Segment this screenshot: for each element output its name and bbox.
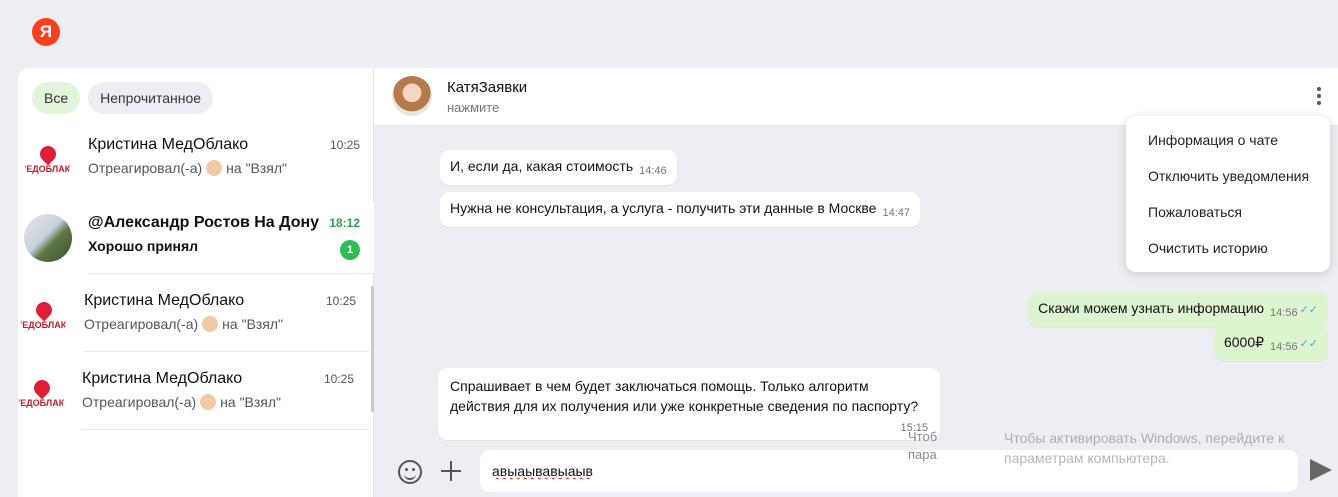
chat-time: 18:12 bbox=[329, 216, 360, 230]
menu-item-chat-info[interactable]: Информация о чате bbox=[1126, 122, 1330, 158]
ok-hand-emoji-icon bbox=[206, 160, 223, 176]
chat-options-menu: Информация о чате Отключить уведомления … bbox=[1126, 116, 1330, 272]
divider bbox=[84, 351, 370, 352]
message-input[interactable] bbox=[480, 450, 1298, 492]
send-icon[interactable] bbox=[1310, 459, 1332, 481]
activation-watermark-ghost: Чтоб пара bbox=[908, 429, 938, 462]
read-checkmarks-icon: ✓✓ bbox=[1299, 304, 1318, 316]
chat-name: Кристина МедОблако bbox=[88, 136, 249, 153]
chat-list-item[interactable]: МЕДОБЛАКО Кристина МедОблако 10:25 Отреа… bbox=[18, 358, 368, 430]
contact-subtitle: нажмите bbox=[447, 100, 500, 115]
emoji-icon[interactable] bbox=[398, 460, 422, 484]
filter-unread-chip[interactable]: Непрочитанное bbox=[88, 82, 214, 114]
incoming-message: Спрашивает в чем будет заключаться помощ… bbox=[438, 368, 940, 440]
message-text-line: действия для их получения или уже конкре… bbox=[450, 398, 919, 414]
message-text: Нужна не консультация, а услуга - получи… bbox=[450, 200, 877, 216]
message-text: 6000₽ bbox=[1223, 334, 1265, 350]
chat-preview: Хорошо принял bbox=[88, 238, 199, 254]
read-checkmarks-icon: ✓✓ bbox=[1299, 338, 1318, 350]
user-avatar bbox=[24, 214, 72, 262]
chat-time: 10:25 bbox=[325, 294, 356, 308]
contact-name[interactable]: КатяЗаявки bbox=[447, 79, 527, 96]
divider bbox=[82, 429, 368, 430]
chat-list-item[interactable]: МЕДОБЛАКО Кристина МедОблако 10:25 Отреа… bbox=[18, 280, 370, 352]
medoblako-logo-icon bbox=[30, 376, 54, 400]
medoblako-avatar: МЕДОБЛАКО bbox=[18, 370, 66, 418]
message-time: 14:56 bbox=[1270, 307, 1298, 319]
chat-name: @Александр Ростов На Дону bbox=[88, 214, 320, 231]
more-options-icon[interactable] bbox=[1316, 84, 1322, 108]
yandex-logo[interactable]: Я bbox=[32, 18, 60, 46]
message-time: 14:56 bbox=[1270, 341, 1298, 353]
medoblako-logo-icon bbox=[36, 142, 60, 166]
message-text-line: Спрашивает в чем будет заключаться помощ… bbox=[450, 378, 869, 394]
ok-hand-emoji-icon bbox=[200, 394, 217, 410]
menu-item-report[interactable]: Пожаловаться bbox=[1126, 194, 1330, 230]
message-composer bbox=[374, 441, 1338, 497]
chat-time: 10:25 bbox=[323, 372, 354, 386]
filter-all-chip[interactable]: Все bbox=[32, 82, 81, 114]
attach-plus-icon[interactable] bbox=[439, 459, 463, 483]
chat-list-item[interactable]: МЕДОБЛАКО Кристина МедОблако 10:25 Отреа… bbox=[18, 124, 374, 196]
message-text: И, если да, какая стоимость bbox=[450, 158, 634, 174]
chat-time: 10:25 bbox=[329, 138, 360, 152]
chat-list-item[interactable]: @Александр Ростов На Дону 18:12 Хорошо п… bbox=[18, 202, 374, 274]
incoming-message: Нужна не консультация, а услуга - получи… bbox=[440, 192, 920, 227]
ok-hand-emoji-icon bbox=[202, 316, 219, 332]
message-text: Скажи можем узнать информацию bbox=[1038, 300, 1265, 316]
incoming-message: И, если да, какая стоимость 14:46 bbox=[440, 150, 677, 185]
medoblako-avatar: МЕДОБЛАКО bbox=[24, 136, 72, 184]
activation-watermark-line1: Чтобы активировать Windows, перейдите к bbox=[1004, 430, 1285, 446]
menu-item-mute[interactable]: Отключить уведомления bbox=[1126, 158, 1330, 194]
unread-count-badge: 1 bbox=[340, 240, 360, 260]
contact-avatar[interactable] bbox=[392, 76, 432, 116]
medoblako-avatar: МЕДОБЛАКО bbox=[20, 292, 68, 340]
message-time: 14:47 bbox=[882, 207, 910, 219]
chat-preview: Отреагировал(-а) на "Взял" bbox=[84, 316, 284, 332]
outgoing-message: 6000₽ 14:56 ✓✓ bbox=[1213, 326, 1328, 361]
outgoing-message: Скажи можем узнать информацию 14:56 ✓✓ bbox=[1028, 292, 1328, 327]
divider bbox=[88, 273, 374, 274]
medoblako-logo-icon bbox=[32, 298, 56, 322]
menu-item-clear-history[interactable]: Очистить историю bbox=[1126, 230, 1330, 266]
chat-list-sidebar: Все Непрочитанное МЕДОБЛАКО Кристина Мед… bbox=[18, 68, 374, 497]
chat-preview: Отреагировал(-а) на "Взял" bbox=[82, 394, 282, 410]
chat-name: Кристина МедОблако bbox=[82, 370, 243, 387]
chat-preview: Отреагировал(-а) на "Взял" bbox=[88, 160, 288, 176]
chat-name: Кристина МедОблако bbox=[84, 292, 245, 309]
activation-watermark-line2: параметрам компьютера. bbox=[1004, 450, 1170, 466]
message-time: 14:46 bbox=[639, 165, 667, 177]
chat-filters: Все Непрочитанное bbox=[32, 82, 214, 114]
